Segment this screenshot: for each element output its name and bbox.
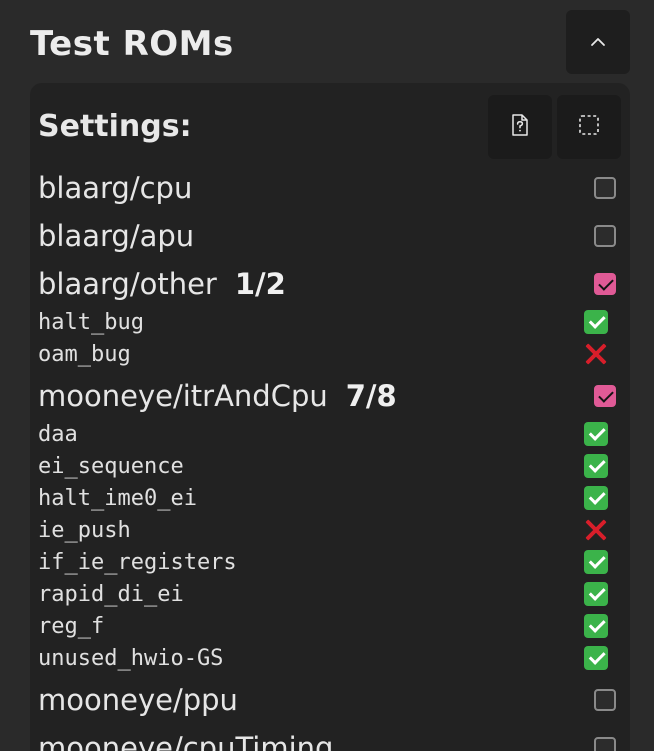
check-mark-icon <box>584 486 608 510</box>
group-row-blaarg-apu: blaarg/apu <box>38 214 616 258</box>
group-name: mooneye/ppu <box>38 683 238 717</box>
group-row-blaarg-cpu: blaarg/cpu <box>38 166 616 210</box>
page-title: Test ROMs <box>30 24 234 64</box>
group-name: mooneye/cpuTiming <box>38 731 334 751</box>
check-mark-icon <box>584 454 608 478</box>
settings-panel: Settings: blaarg/cpu blaarg/apu blaarg/o… <box>30 83 630 751</box>
help-button[interactable] <box>488 95 552 159</box>
section-header: Test ROMs <box>30 10 630 74</box>
dashed-selection-icon <box>577 113 601 141</box>
check-mark-icon <box>584 614 608 638</box>
test-name: reg_f <box>38 613 105 639</box>
group-checkbox[interactable] <box>594 273 616 295</box>
group-name: blaarg/other <box>38 267 217 301</box>
test-row: ei_sequence <box>38 450 616 482</box>
test-name: daa <box>38 421 78 447</box>
check-mark-icon <box>584 550 608 574</box>
select-all-button[interactable] <box>557 95 621 159</box>
test-name: halt_bug <box>38 309 144 335</box>
test-name: ei_sequence <box>38 453 184 479</box>
group-row-mooneye-itrandcpu: mooneye/itrAndCpu 7/8 <box>38 374 616 418</box>
group-checkbox[interactable] <box>594 689 616 711</box>
test-row: rapid_di_ei <box>38 578 616 610</box>
group-checkbox[interactable] <box>594 385 616 407</box>
group-row-mooneye-ppu: mooneye/ppu <box>38 678 616 722</box>
file-question-icon <box>509 113 531 141</box>
check-mark-icon <box>584 310 608 334</box>
group-name: blaarg/apu <box>38 219 195 253</box>
test-row: oam_bug <box>38 338 616 370</box>
group-name: mooneye/itrAndCpu <box>38 379 328 413</box>
test-row: daa <box>38 418 616 450</box>
pass-count: 1/2 <box>234 267 286 301</box>
test-row: unused_hwio-GS <box>38 642 616 674</box>
pass-count: 7/8 <box>345 379 397 413</box>
test-name: if_ie_registers <box>38 549 237 575</box>
test-row: halt_ime0_ei <box>38 482 616 514</box>
test-name: rapid_di_ei <box>38 581 184 607</box>
group-row-mooneye-cputiming: mooneye/cpuTiming <box>38 726 616 751</box>
chevron-up-icon <box>589 33 607 52</box>
test-name: oam_bug <box>38 341 131 367</box>
group-checkbox[interactable] <box>594 225 616 247</box>
collapse-button[interactable] <box>566 10 630 74</box>
check-mark-icon <box>584 646 608 670</box>
group-checkbox[interactable] <box>594 177 616 199</box>
test-row: halt_bug <box>38 306 616 338</box>
test-roms-page: Test ROMs Settings: blaarg/cpu blaarg/ap… <box>0 0 654 751</box>
check-mark-icon <box>584 582 608 606</box>
test-row: ie_push <box>38 514 616 546</box>
test-name: unused_hwio-GS <box>38 645 224 671</box>
test-name: ie_push <box>38 517 131 543</box>
test-row: reg_f <box>38 610 616 642</box>
group-row-blaarg-other: blaarg/other 1/2 <box>38 262 616 306</box>
cross-mark-icon <box>584 518 608 542</box>
cross-mark-icon <box>584 342 608 366</box>
group-checkbox[interactable] <box>594 737 616 751</box>
test-row: if_ie_registers <box>38 546 616 578</box>
check-mark-icon <box>584 422 608 446</box>
group-name: blaarg/cpu <box>38 171 193 205</box>
test-name: halt_ime0_ei <box>38 485 197 511</box>
settings-label: Settings: <box>38 109 192 144</box>
